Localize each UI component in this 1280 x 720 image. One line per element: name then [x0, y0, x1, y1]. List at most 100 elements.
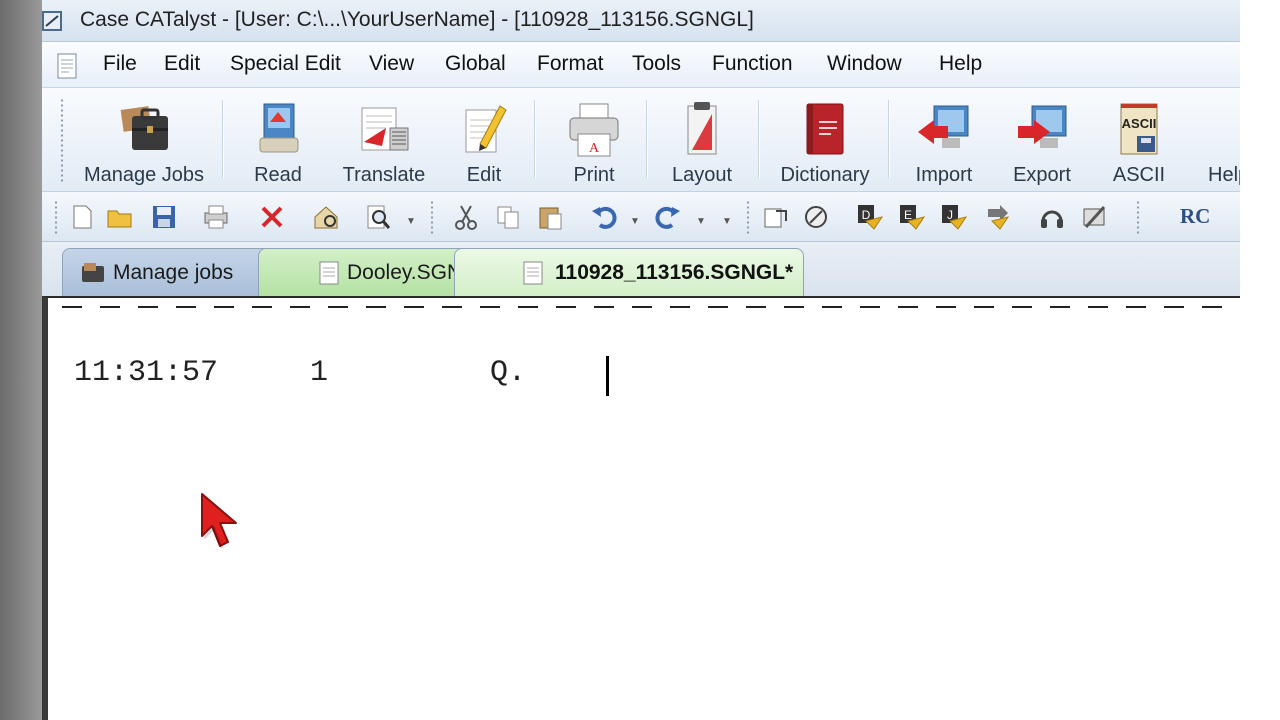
- desktop-left-edge: [0, 0, 42, 720]
- translate-button[interactable]: Translate: [328, 92, 440, 186]
- preview-dropdown-icon[interactable]: ▼: [406, 216, 416, 227]
- redo-dropdown-icon[interactable]: ▼: [696, 216, 706, 227]
- ascii-icon: ASCII: [1120, 103, 1158, 155]
- printer-icon: A: [569, 103, 619, 157]
- audio-off-icon[interactable]: [1080, 203, 1108, 231]
- print-label: Print: [573, 164, 615, 186]
- read-label: Read: [254, 164, 302, 186]
- manage-jobs-icon: [82, 263, 104, 282]
- realtime-rc-icon[interactable]: RC: [1180, 204, 1210, 229]
- catalyst-app-icon[interactable]: [40, 8, 66, 34]
- menu-window[interactable]: Window: [827, 52, 902, 76]
- menu-edit[interactable]: Edit: [164, 52, 200, 76]
- headphones-icon[interactable]: [1038, 203, 1066, 231]
- ascii-badge-text: ASCII: [1122, 116, 1157, 131]
- timestamp: 11:31:57: [74, 356, 219, 390]
- toolbar-grip[interactable]: [60, 98, 64, 182]
- standard-toolbar: ▼ ▼ ▼ ▼ D E J RC: [42, 192, 1240, 242]
- layout-icon: [687, 102, 717, 155]
- document-icon: [319, 261, 339, 285]
- undo-dropdown-icon[interactable]: ▼: [630, 216, 640, 227]
- layout-button[interactable]: Layout: [660, 92, 744, 186]
- manage-jobs-button[interactable]: Manage Jobs: [74, 92, 214, 186]
- tab-active-document[interactable]: 110928_113156.SGNGL*: [454, 248, 804, 296]
- ascii-label: ASCII: [1112, 164, 1166, 186]
- document-icon[interactable]: [54, 52, 80, 80]
- speaker-id-icon[interactable]: [802, 203, 830, 231]
- ascii-button[interactable]: ASCII ASCII: [1096, 92, 1182, 186]
- tab-active-document-label: 110928_113156.SGNGL*: [555, 261, 794, 284]
- toolbar-separator: [646, 100, 647, 178]
- read-button[interactable]: Read: [236, 92, 320, 186]
- screen-right-edge: [1240, 0, 1280, 720]
- briefcase-icon: [120, 106, 168, 150]
- document-tab-bar: Manage jobs Dooley.SGNGL 110928_113156.S…: [42, 242, 1240, 296]
- menu-tools[interactable]: Tools: [632, 52, 681, 76]
- find-house-icon[interactable]: [312, 203, 340, 231]
- open-folder-icon[interactable]: [106, 203, 134, 231]
- title-bar: Case CATalyst - [User: C:\...\YourUserNa…: [42, 0, 1240, 42]
- menu-help[interactable]: Help: [939, 52, 982, 76]
- menu-special-edit[interactable]: Special Edit: [230, 52, 341, 76]
- print-small-icon[interactable]: [202, 203, 230, 231]
- copy-icon[interactable]: [494, 203, 522, 231]
- svg-text:A: A: [589, 141, 600, 156]
- define-d-icon[interactable]: D: [856, 203, 884, 231]
- cut-icon[interactable]: [452, 203, 480, 231]
- toolbar-grip[interactable]: [430, 200, 434, 234]
- manage-jobs-label: Manage Jobs: [83, 164, 205, 186]
- toolbar-grip[interactable]: [746, 200, 750, 234]
- dictionary-icon: [806, 103, 844, 155]
- read-icon: [259, 103, 299, 153]
- toolbar-separator: [888, 100, 889, 178]
- document-icon: [523, 261, 543, 285]
- mouse-pointer-icon: [201, 493, 237, 549]
- translate-icon: [361, 107, 409, 151]
- toolbar-separator: [758, 100, 759, 178]
- define-e-icon[interactable]: E: [898, 203, 926, 231]
- edit-label: Edit: [466, 164, 502, 186]
- new-document-icon[interactable]: [68, 203, 96, 231]
- define-j-icon[interactable]: J: [940, 203, 968, 231]
- menu-file[interactable]: File: [103, 52, 137, 76]
- toolbar-grip[interactable]: [1136, 200, 1140, 234]
- import-label: Import: [915, 164, 973, 186]
- delete-icon[interactable]: [258, 203, 286, 231]
- menu-function[interactable]: Function: [712, 52, 793, 76]
- paste-icon[interactable]: [536, 203, 564, 231]
- window-title: Case CATalyst - [User: C:\...\YourUserNa…: [80, 8, 754, 31]
- menu-bar: File Edit Special Edit View Global Forma…: [42, 42, 1240, 88]
- insert-text-icon[interactable]: [762, 203, 790, 231]
- save-icon[interactable]: [150, 203, 178, 231]
- import-icon: [918, 105, 969, 148]
- toolbar-separator: [222, 100, 223, 178]
- tab-manage-jobs[interactable]: Manage jobs: [62, 248, 282, 296]
- tab-manage-jobs-label: Manage jobs: [113, 261, 234, 284]
- export-icon: [1018, 105, 1067, 148]
- menu-format[interactable]: Format: [537, 52, 604, 76]
- main-toolbar: Manage Jobs Read Translate Edit A Print …: [42, 88, 1266, 192]
- dictionary-button[interactable]: Dictionary: [770, 92, 880, 186]
- dictionary-label: Dictionary: [780, 164, 870, 186]
- page-break-line: [62, 306, 1240, 308]
- print-preview-icon[interactable]: [364, 203, 392, 231]
- menu-view[interactable]: View: [369, 52, 414, 76]
- text-caret: [606, 356, 609, 396]
- undo-icon[interactable]: [590, 203, 618, 231]
- menu-global[interactable]: Global: [445, 52, 506, 76]
- edit-button[interactable]: Edit: [448, 92, 520, 186]
- print-button[interactable]: A Print: [550, 92, 638, 186]
- question-marker: Q.: [490, 356, 527, 390]
- export-label: Export: [1013, 164, 1071, 186]
- svg-text:J: J: [947, 208, 953, 222]
- translate-label: Translate: [342, 164, 426, 186]
- pencil-icon: [465, 105, 507, 153]
- layout-label: Layout: [671, 164, 733, 186]
- export-button[interactable]: Export: [998, 92, 1086, 186]
- define-arrow-icon[interactable]: [984, 203, 1012, 231]
- toolbar-grip[interactable]: [54, 200, 58, 234]
- toolbar-overflow-icon[interactable]: ▼: [722, 216, 732, 227]
- import-button[interactable]: Import: [900, 92, 988, 186]
- redo-icon[interactable]: [654, 203, 682, 231]
- toolbar-separator: [534, 100, 535, 178]
